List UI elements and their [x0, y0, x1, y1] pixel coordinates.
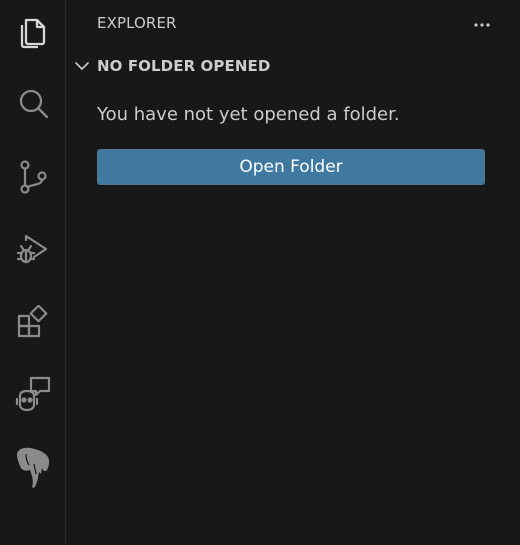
no-folder-message: You have not yet opened a folder. — [97, 104, 400, 125]
chat-copilot-icon — [14, 375, 52, 413]
run-debug-icon — [15, 232, 51, 268]
ellipsis-icon — [473, 13, 491, 32]
activity-item-chat[interactable] — [0, 368, 66, 420]
more-actions-button[interactable] — [470, 10, 494, 34]
extensions-icon — [16, 305, 50, 339]
activity-bar — [0, 0, 66, 545]
source-control-icon — [16, 159, 50, 195]
explorer-files-icon — [16, 15, 50, 49]
activity-item-source-control[interactable] — [0, 151, 66, 203]
activity-item-explorer[interactable] — [0, 6, 66, 58]
no-folder-section-header[interactable]: NO FOLDER OPENED — [72, 54, 270, 78]
open-folder-button[interactable]: Open Folder — [97, 149, 485, 185]
activity-item-run-debug[interactable] — [0, 224, 66, 276]
explorer-sidebar: EXPLORER NO FOLDER OPENED You have not y… — [66, 0, 520, 545]
activity-item-extensions[interactable] — [0, 296, 66, 348]
search-icon — [16, 87, 50, 121]
elephant-extension-icon — [14, 444, 52, 488]
vscode-window: EXPLORER NO FOLDER OPENED You have not y… — [0, 0, 520, 545]
sidebar-title: EXPLORER — [97, 14, 177, 32]
section-title: NO FOLDER OPENED — [97, 57, 271, 75]
chevron-down-icon — [72, 56, 92, 76]
activity-item-elephant[interactable] — [0, 440, 66, 492]
activity-item-search[interactable] — [0, 78, 66, 130]
